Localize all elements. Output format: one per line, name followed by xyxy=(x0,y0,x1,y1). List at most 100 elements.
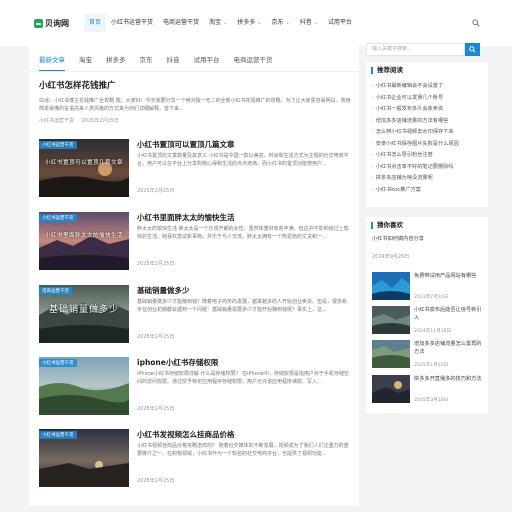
tab-ecommerce[interactable]: 电商运营干货 xyxy=(234,54,273,72)
article-thumbnail[interactable]: 小红书运营干货 小红书置顶可以置顶几篇文章 xyxy=(39,139,129,197)
site-logo[interactable]: 贝询网 xyxy=(34,17,69,29)
list-item[interactable]: 怎么辨小红书视频去水印保存下来 xyxy=(372,127,477,139)
recommended-widget: 推荐阅读 小红书最新编辑会不会设置了 小红书企业可以发朋几个账号 小红书一般发布… xyxy=(366,62,488,207)
widget-title: 推荐阅读 xyxy=(371,67,403,74)
search-icon xyxy=(469,46,476,53)
thumbnail-tag: 小红书运营干货 xyxy=(39,214,77,222)
article-excerpt: 胖太太的愉快生活 胖太太是一个乐观开朗的女性，虽然体重材有些丰满，但这并不影响她… xyxy=(137,226,349,240)
thumbnail-tag: 小红书运营干货 xyxy=(39,431,77,439)
nav-item-trial[interactable]: 试用平台 xyxy=(323,14,357,32)
list-item[interactable]: 安卓小红书保存图片失败是什么原因 xyxy=(372,139,477,151)
article-excerpt: iPhone小红书存储权限详解 什么是存储权限？ 在iPhone中，存储权限是指… xyxy=(137,371,349,385)
search-icon[interactable] xyxy=(472,19,480,27)
nav-item-pinduoduo[interactable]: 拼多多 ⌄ xyxy=(232,14,266,32)
thumbnail-caption: 小红书置顶可以置顶几篇文章 xyxy=(44,160,123,166)
nav-item-ecommerce[interactable]: 电商运营干货 xyxy=(158,14,204,32)
guess-thumbnail[interactable] xyxy=(372,272,410,300)
nav-label: 电商运营干货 xyxy=(163,19,200,26)
nav-label: 淘宝 xyxy=(209,19,222,26)
tab-trial[interactable]: 试用平台 xyxy=(194,54,220,72)
recommended-list: 小红书最新编辑会不会设置了 小红书企业可以发朋几个账号 小红书一般发布多久会收卖… xyxy=(372,81,477,196)
article-excerpt: 小红书视频挂商品价格攻略怎样的？ 随着社交媒体的不断发展，视频成为了我们人们注重… xyxy=(137,443,349,457)
nav-label: 首页 xyxy=(89,19,102,26)
thumbnail-caption: 小红书里面胖太太的愉快生活 xyxy=(44,233,123,239)
article-excerpt: 基础销量做多少才能赚到钱？随着电子商务的发展，越来越多的人开始创业卖货。但是，很… xyxy=(137,299,348,313)
thumbnail-caption: 基础销量做多少 xyxy=(48,305,119,315)
article-thumbnail[interactable]: 小红书运营干货 小红书里面胖太太的愉快生活 xyxy=(39,212,129,270)
nav-label: 京东 xyxy=(271,19,284,26)
article-item: 小红书运营干货 iphone小红书存储权限 iPhone小红书存储权限详解 什么… xyxy=(39,357,354,415)
guess-item[interactable]: 拼多多开直播多的技巧和方法 2025年3月18日 xyxy=(372,375,482,405)
nav-label: 拼多多 xyxy=(237,19,256,26)
search-button[interactable] xyxy=(465,43,480,56)
article-date: 2025年2月25日 xyxy=(137,478,175,484)
list-item[interactable]: 小红书一般发布多久会收卖资 xyxy=(372,104,477,116)
article-item: 小红书运营干货 小红书里面胖太太的愉快生活 小红书里面胖太太的愉快生活 胖太太的… xyxy=(39,212,354,270)
article-item: 电商运营干货 基础销量做多少 基础销量做多少 基础销量做多少才能赚到钱？随着电子… xyxy=(39,285,354,343)
guess-thumbnail[interactable] xyxy=(372,340,410,368)
article-title[interactable]: 小红书置顶可以置顶几篇文章 xyxy=(137,139,235,150)
article-date: 2025年2月25日 xyxy=(137,406,175,412)
guess-title[interactable]: 小红书发布后能否让信号新引入 xyxy=(414,307,484,322)
list-item[interactable]: 小红书怎么导引粉丝注册 xyxy=(372,150,477,162)
article-title[interactable]: 小红书发视频怎么挂商品价格 xyxy=(137,429,235,440)
guess-item[interactable]: 增加多多店铺流量怎么置再的方法 2025年1月20日 xyxy=(372,340,482,370)
guess-first-date: 2024年9月26日 xyxy=(372,254,410,260)
guess-title[interactable]: 免费带试用产品网站有哪些 xyxy=(414,273,484,281)
nav-item-home[interactable]: 首页 xyxy=(84,14,107,32)
list-item[interactable]: 增加多多店铺流量的方法有哪些 xyxy=(372,116,477,128)
main-nav: 首页 小红书运营干货 电商运营干货 淘宝 ⌄ 拼多多 ⌄ 京东 ⌄ 抖音 ⌄ 试用平台 xyxy=(84,14,357,32)
tab-jd[interactable]: 京东 xyxy=(140,54,153,72)
nav-item-xhs[interactable]: 小红书运营干货 xyxy=(106,14,158,32)
chevron-down-icon: ⌄ xyxy=(313,20,318,26)
featured-title[interactable]: 小红书怎样花钱推广 xyxy=(39,79,354,91)
article-excerpt: 小红书置顶的文章数量及其意义 小红书是中国一款以美容、时尚和生活方式为主题的社交… xyxy=(137,153,349,167)
featured-date: 2025年2月25日 xyxy=(81,118,119,124)
tab-douyin[interactable]: 抖音 xyxy=(167,54,180,72)
guess-item[interactable]: 免费带试用产品网站有哪些 2023年7月20日 xyxy=(372,272,482,302)
guess-date: 2025年1月20日 xyxy=(414,363,449,368)
search-input[interactable]: 输入关键字搜索... xyxy=(366,43,465,56)
list-item[interactable]: 小红书koc推广方案 xyxy=(372,185,477,197)
guess-date: 2024年11月16日 xyxy=(414,329,452,334)
guess-first-title[interactable]: 小红书如何做内容分享 xyxy=(372,235,424,242)
article-title[interactable]: 基础销量做多少 xyxy=(137,285,190,296)
article-thumbnail[interactable]: 小红书运营干货 xyxy=(39,357,129,415)
nav-label: 试用平台 xyxy=(327,19,352,26)
guess-title[interactable]: 增加多多店铺流量怎么置再的方法 xyxy=(414,341,484,356)
article-thumbnail[interactable]: 电商运营干货 基础销量做多少 xyxy=(39,285,129,343)
site-header: 贝询网 首页 小红书运营干货 电商运营干货 淘宝 ⌄ 拼多多 ⌄ 京东 ⌄ 抖音 ⌄ 试… xyxy=(0,0,512,46)
category-tabs: 最新文章 淘宝 拼多多 京东 抖音 试用平台 电商运营干货 xyxy=(39,54,287,72)
nav-item-taobao[interactable]: 淘宝 ⌄ xyxy=(204,14,232,32)
guess-widget: 猜你喜欢 小红书如何做内容分享 2024年9月26日 免费带试用产品网站有哪些 … xyxy=(366,217,488,413)
tab-taobao[interactable]: 淘宝 xyxy=(79,54,92,72)
featured-excerpt: 白话：小红书博主花钱推广全攻略 嘿，大家好！今天我要分享一个绝对独一无二的全新小… xyxy=(39,98,351,112)
chevron-down-icon: ⌄ xyxy=(285,20,290,26)
guess-date: 2023年7月20日 xyxy=(414,295,449,300)
chevron-down-icon: ⌄ xyxy=(257,20,262,26)
article-item: 小红书运营干货 小红书置顶可以置顶几篇文章 小红书置顶可以置顶几篇文章 小红书置… xyxy=(39,139,354,197)
guess-thumbnail[interactable] xyxy=(372,306,410,334)
list-item[interactable]: 小红书企业可以发朋几个账号 xyxy=(372,93,477,105)
featured-article: 小红书怎样花钱推广 白话：小红书博主花钱推广全攻略 嘿，大家好！今天我要分享一个… xyxy=(39,79,354,124)
nav-item-douyin[interactable]: 抖音 ⌄ xyxy=(295,14,323,32)
featured-category[interactable]: 小红书运营干货 xyxy=(39,118,74,124)
article-title[interactable]: 小红书里面胖太太的愉快生活 xyxy=(137,212,235,223)
thumbnail-tag: 小红书运营干货 xyxy=(39,141,77,149)
article-thumbnail[interactable]: 小红书运营干货 xyxy=(39,429,129,487)
guess-date: 2025年3月18日 xyxy=(414,398,449,403)
article-title[interactable]: iphone小红书存储权限 xyxy=(137,357,218,368)
nav-label: 小红书运营干货 xyxy=(111,19,154,26)
nav-item-jd[interactable]: 京东 ⌄ xyxy=(266,14,294,32)
chevron-down-icon: ⌄ xyxy=(223,20,228,26)
list-item[interactable]: 拼多多店铺为啥没流量呢 xyxy=(372,173,477,185)
tab-pinduoduo[interactable]: 拼多多 xyxy=(106,54,126,72)
thumbnail-tag: 小红书运营干货 xyxy=(39,359,77,367)
tab-latest[interactable]: 最新文章 xyxy=(39,54,65,72)
list-item[interactable]: 小红书点击率不好的笔记要删除吗 xyxy=(372,162,477,174)
guess-thumbnail[interactable] xyxy=(372,375,410,403)
article-date: 2025年2月25日 xyxy=(137,188,175,194)
guess-item[interactable]: 小红书发布后能否让信号新引入 2024年11月16日 xyxy=(372,306,482,336)
list-item[interactable]: 小红书最新编辑会不会设置了 xyxy=(372,81,477,93)
guess-title[interactable]: 拼多多开直播多的技巧和方法 xyxy=(414,376,484,384)
